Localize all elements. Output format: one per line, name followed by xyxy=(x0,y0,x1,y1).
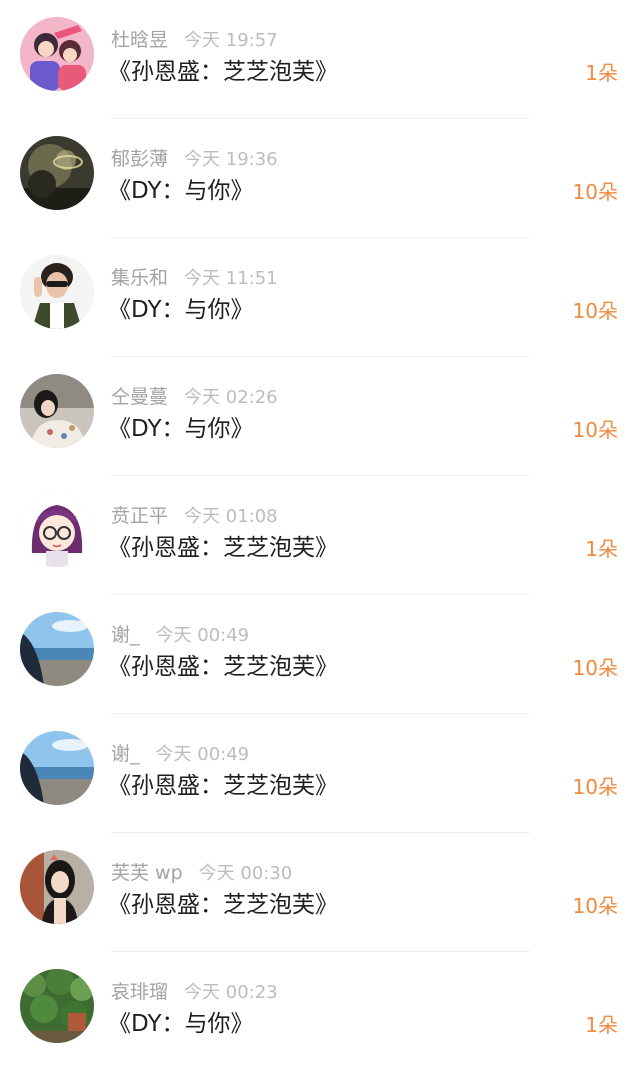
woman-lying-avatar-image xyxy=(20,374,94,448)
song-title[interactable]: 《孙恩盛：芝芝泡芙》 xyxy=(108,56,338,88)
send-time: 今天 00:49 xyxy=(155,744,250,765)
list-item[interactable]: 仝曼蔓 今天 02:26 《DY：与你》 10朵 xyxy=(0,357,640,476)
flower-count: 1朵 xyxy=(585,1013,618,1037)
couple-illustration-avatar-image xyxy=(20,17,94,91)
avatar[interactable] xyxy=(20,731,94,805)
meta-line: 集乐和 今天 11:51 xyxy=(111,265,278,291)
meta-line: 谢_ 今天 00:49 xyxy=(111,622,249,648)
sender-name[interactable]: 哀琲瑠 xyxy=(111,979,168,1005)
flower-count: 10朵 xyxy=(572,656,618,680)
cartoon-girl-glasses-avatar-image xyxy=(20,493,94,567)
flower-count: 1朵 xyxy=(585,537,618,561)
avatar[interactable] xyxy=(20,612,94,686)
meta-line: 哀琲瑠 今天 00:23 xyxy=(111,979,278,1005)
avatar[interactable] xyxy=(20,374,94,448)
meta-line: 贲正平 今天 01:08 xyxy=(111,503,278,529)
send-time: 今天 19:57 xyxy=(184,30,278,51)
song-title[interactable]: 《DY：与你》 xyxy=(108,413,254,445)
meta-line: 郁彭薄 今天 19:36 xyxy=(111,146,278,172)
man-sunglasses-avatar-image xyxy=(20,255,94,329)
avatar[interactable] xyxy=(20,17,94,91)
send-time: 今天 11:51 xyxy=(184,268,278,289)
song-title[interactable]: 《孙恩盛：芝芝泡芙》 xyxy=(108,651,338,683)
sender-name[interactable]: 仝曼蔓 xyxy=(111,384,168,410)
avatar[interactable] xyxy=(20,493,94,567)
list-item[interactable]: 哀琲瑠 今天 00:23 《DY：与你》 1朵 xyxy=(0,952,640,1071)
meta-line: 芙芙 wp 今天 00:30 xyxy=(111,860,292,886)
flower-count: 10朵 xyxy=(572,775,618,799)
gift-record-list: 杜晗昱 今天 19:57 《孙恩盛：芝芝泡芙》 1朵 郁彭薄 今天 19:36 《D… xyxy=(0,0,640,1068)
sender-name[interactable]: 郁彭薄 xyxy=(111,146,168,172)
list-item[interactable]: 贲正平 今天 01:08 《孙恩盛：芝芝泡芙》 1朵 xyxy=(0,476,640,595)
sender-name[interactable]: 集乐和 xyxy=(111,265,168,291)
list-item[interactable]: 谢_ 今天 00:49 《孙恩盛：芝芝泡芙》 10朵 xyxy=(0,595,640,714)
sender-name[interactable]: 谢_ xyxy=(111,622,140,648)
song-title[interactable]: 《孙恩盛：芝芝泡芙》 xyxy=(108,889,338,921)
list-item[interactable]: 谢_ 今天 00:49 《孙恩盛：芝芝泡芙》 10朵 xyxy=(0,714,640,833)
send-time: 今天 02:26 xyxy=(184,387,278,408)
send-time: 今天 00:49 xyxy=(155,625,250,646)
seaside-avatar-image xyxy=(20,612,94,686)
send-time: 今天 00:23 xyxy=(184,982,278,1003)
avatar[interactable] xyxy=(20,255,94,329)
flower-count: 10朵 xyxy=(572,180,618,204)
send-time: 今天 19:36 xyxy=(184,149,278,170)
seaside-avatar-image xyxy=(20,731,94,805)
sender-name[interactable]: 谢_ xyxy=(111,741,140,767)
song-title[interactable]: 《孙恩盛：芝芝泡芙》 xyxy=(108,770,338,802)
avatar[interactable] xyxy=(20,850,94,924)
sender-name[interactable]: 贲正平 xyxy=(111,503,168,529)
song-title[interactable]: 《DY：与你》 xyxy=(108,294,254,326)
green-garden-avatar-image xyxy=(20,969,94,1043)
send-time: 今天 01:08 xyxy=(184,506,278,527)
list-item[interactable]: 集乐和 今天 11:51 《DY：与你》 10朵 xyxy=(0,238,640,357)
flower-count: 10朵 xyxy=(572,299,618,323)
dark-photo-avatar-image xyxy=(20,136,94,210)
meta-line: 仝曼蔓 今天 02:26 xyxy=(111,384,278,410)
list-item[interactable]: 杜晗昱 今天 19:57 《孙恩盛：芝芝泡芙》 1朵 xyxy=(0,0,640,119)
list-item[interactable]: 郁彭薄 今天 19:36 《DY：与你》 10朵 xyxy=(0,119,640,238)
avatar[interactable] xyxy=(20,969,94,1043)
flower-count: 10朵 xyxy=(572,418,618,442)
flower-count: 1朵 xyxy=(585,61,618,85)
song-title[interactable]: 《DY：与你》 xyxy=(108,175,254,207)
sender-name[interactable]: 芙芙 wp xyxy=(111,860,183,886)
sender-name[interactable]: 杜晗昱 xyxy=(111,27,168,53)
flower-count: 10朵 xyxy=(572,894,618,918)
list-item[interactable]: 芙芙 wp 今天 00:30 《孙恩盛：芝芝泡芙》 10朵 xyxy=(0,833,640,952)
girl-selfie-avatar-image xyxy=(20,850,94,924)
send-time: 今天 00:30 xyxy=(198,863,293,884)
song-title[interactable]: 《孙恩盛：芝芝泡芙》 xyxy=(108,532,338,564)
meta-line: 杜晗昱 今天 19:57 xyxy=(111,27,278,53)
avatar[interactable] xyxy=(20,136,94,210)
meta-line: 谢_ 今天 00:49 xyxy=(111,741,249,767)
song-title[interactable]: 《DY：与你》 xyxy=(108,1008,254,1040)
